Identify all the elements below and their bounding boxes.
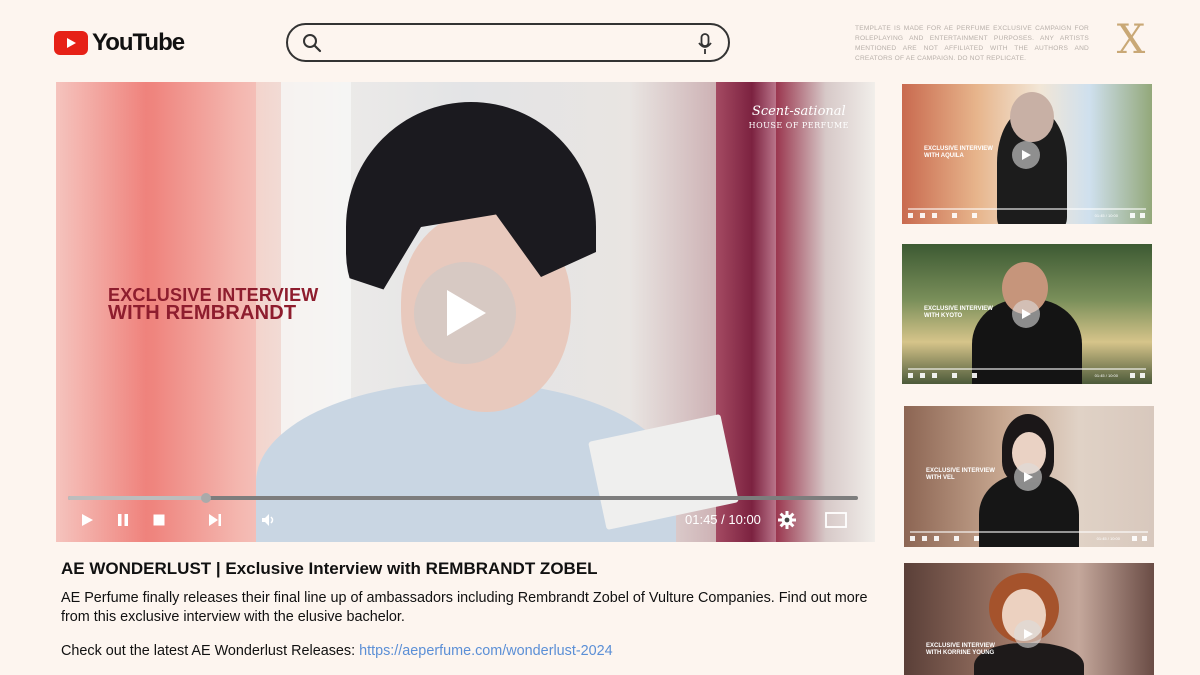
search-bar[interactable]: [286, 23, 730, 62]
play-icon: [1024, 472, 1033, 482]
cta-text: Check out the latest AE Wonderlust Relea…: [61, 643, 360, 659]
overlay-title-line2: WITH REMBRANDT: [108, 302, 297, 324]
play-icon: [1024, 629, 1033, 639]
youtube-play-icon: [54, 31, 88, 55]
player-controls: 01:45 / 10:00: [56, 508, 875, 532]
microphone-icon[interactable]: [698, 33, 712, 60]
thumbnail-label: EXCLUSIVE INTERVIEW WITH AQUILA: [924, 146, 993, 159]
play-button[interactable]: [78, 511, 96, 529]
thumbnail-progress-bar: [908, 208, 1146, 210]
thumbnail-play-button[interactable]: [1012, 141, 1040, 169]
progress-bar[interactable]: [68, 493, 858, 503]
related-video-thumbnail[interactable]: EXCLUSIVE INTERVIEW WITH AQUILA 01:45 / 1…: [902, 84, 1152, 224]
thumbnail-label: EXCLUSIVE INTERVIEW WITH KYOTO: [924, 306, 993, 319]
thumbnail-time: 01:45 / 10:00: [1094, 213, 1118, 218]
play-icon: [82, 514, 93, 526]
gear-icon: [778, 511, 796, 529]
disclaimer-text: TEMPLATE IS MADE FOR AE PERFUME EXCLUSIV…: [855, 25, 1089, 62]
related-video-thumbnail[interactable]: EXCLUSIVE INTERVIEW WITH KYOTO 01:45 / 10…: [902, 244, 1152, 384]
next-button[interactable]: [206, 511, 224, 529]
volume-icon: [262, 514, 274, 526]
thumbnail-play-button[interactable]: [1012, 300, 1040, 328]
related-video-thumbnail[interactable]: EXCLUSIVE INTERVIEW WITH VEL 01:45 / 10:0…: [904, 406, 1154, 547]
progress-fill: [68, 496, 207, 500]
thumbnail-progress-bar: [910, 531, 1148, 533]
brand-house: HOUSE OF PERFUME: [748, 121, 849, 130]
pause-icon: [118, 514, 128, 526]
play-icon: [1022, 150, 1031, 160]
thumbnail-label: EXCLUSIVE INTERVIEW WITH KORRINE YOUNG: [926, 643, 995, 656]
play-overlay-button[interactable]: [414, 262, 516, 364]
brand-script: Scent-sational: [751, 104, 846, 119]
time-display: 01:45 / 10:00: [685, 512, 761, 527]
video-overlay-title: EXCLUSIVE INTERVIEW WITH REMBRANDT: [108, 286, 319, 324]
video-player[interactable]: Scent-sational HOUSE OF PERFUME EXCLUSIV…: [56, 82, 875, 542]
youtube-logo[interactable]: YouTube: [54, 29, 185, 57]
stop-icon: [153, 514, 165, 526]
stop-button[interactable]: [150, 511, 168, 529]
volume-button[interactable]: [260, 511, 278, 529]
video-cta: Check out the latest AE Wonderlust Relea…: [61, 643, 613, 659]
logo-text: YouTube: [92, 29, 185, 56]
brand-watermark: Scent-sational HOUSE OF PERFUME: [749, 104, 849, 130]
settings-button[interactable]: [778, 511, 796, 529]
fullscreen-button[interactable]: [824, 511, 848, 529]
monogram-logo: X: [1116, 17, 1146, 63]
play-icon: [1022, 309, 1031, 319]
video-title: AE WONDERLUST | Exclusive Interview with…: [61, 559, 598, 578]
thumbnail-time: 01:45 / 10:00: [1094, 373, 1118, 378]
play-icon: [447, 290, 486, 336]
cta-link[interactable]: https://aeperfume.com/wonderlust-2024: [359, 643, 613, 659]
fullscreen-icon: [825, 512, 847, 528]
search-icon[interactable]: [302, 33, 322, 58]
thumbnail-play-button[interactable]: [1014, 620, 1042, 648]
skip-next-icon: [209, 514, 221, 526]
pause-button[interactable]: [114, 511, 132, 529]
thumbnail-play-button[interactable]: [1014, 463, 1042, 491]
search-input[interactable]: [332, 31, 672, 55]
video-description: AE Perfume finally releases their final …: [61, 590, 868, 625]
related-video-thumbnail[interactable]: EXCLUSIVE INTERVIEW WITH KORRINE YOUNG: [904, 563, 1154, 675]
thumbnail-time: 01:45 / 10:00: [1096, 536, 1120, 541]
thumbnail-label: EXCLUSIVE INTERVIEW WITH VEL: [926, 468, 995, 481]
thumbnail-progress-bar: [908, 368, 1146, 370]
